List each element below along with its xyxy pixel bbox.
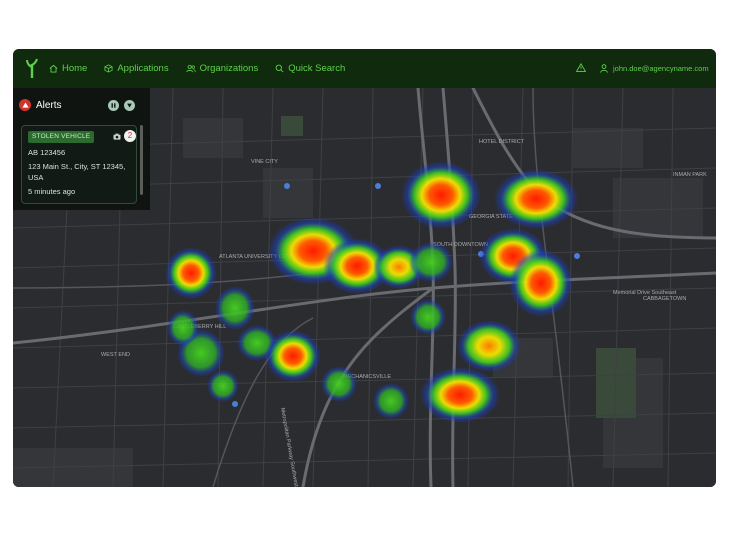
alert-type-tag: STOLEN VEHICLE: [28, 131, 95, 143]
top-navigation-bar: Home Applications Organizations Quick Se…: [13, 49, 716, 88]
alerts-panel: Alerts STOLEN VEHICLE 2 AB 123456 123 Ma…: [13, 88, 150, 210]
main-nav: Home Applications Organizations Quick Se…: [49, 49, 362, 88]
camera-icon[interactable]: [113, 133, 121, 140]
map-label-cabbagetown: CABBAGETOWN: [643, 296, 686, 302]
nav-applications[interactable]: Applications: [104, 63, 169, 74]
map-label-west-end: WEST END: [101, 352, 130, 358]
user-menu[interactable]: john.doe@agencyname.com: [600, 49, 709, 88]
app-logo-icon[interactable]: [25, 58, 39, 78]
nav-applications-label: Applications: [117, 63, 169, 74]
map-label-inman-park: INMAN PARK: [673, 172, 707, 178]
alert-address-line2: USA: [28, 173, 44, 182]
home-icon: [49, 64, 58, 73]
alerts-title: Alerts: [36, 99, 62, 111]
alert-card[interactable]: STOLEN VEHICLE 2 AB 123456 123 Main St.,…: [21, 125, 137, 204]
poi-marker[interactable]: [284, 183, 290, 189]
warning-icon[interactable]: [576, 63, 586, 72]
pause-button[interactable]: [108, 100, 119, 111]
alert-address-line1: 123 Main St., City, ST 12345,: [28, 162, 126, 171]
alerts-header: Alerts: [19, 99, 62, 111]
nav-quick-search[interactable]: Quick Search: [275, 63, 345, 74]
map-label-vine-city: VINE CITY: [251, 159, 278, 165]
nav-organizations[interactable]: Organizations: [185, 63, 259, 74]
users-icon: [185, 64, 196, 73]
map-label-memorial-drive: Memorial Drive Southeast: [613, 290, 677, 296]
app-window: ATLANTA UNIVERSITY CENTER HOTEL DISTRICT…: [13, 49, 716, 487]
poi-marker[interactable]: [574, 253, 580, 259]
alert-plate: AB 123456: [28, 148, 66, 157]
poi-marker[interactable]: [375, 183, 381, 189]
nav-home[interactable]: Home: [49, 63, 87, 74]
nav-home-label: Home: [62, 63, 88, 74]
alert-triangle-icon: [19, 99, 31, 111]
filter-button[interactable]: [124, 100, 135, 111]
pause-icon: [111, 103, 116, 108]
alert-count-badge[interactable]: 2: [124, 130, 136, 142]
nav-quick-search-label: Quick Search: [288, 63, 346, 74]
map-label-hotel-district: HOTEL DISTRICT: [479, 139, 525, 145]
alert-time: 5 minutes ago: [28, 187, 76, 196]
panel-scrollbar[interactable]: [140, 125, 143, 195]
cube-icon: [104, 64, 113, 73]
search-icon: [275, 64, 284, 73]
user-icon: [600, 64, 608, 73]
user-email: john.doe@agencyname.com: [613, 64, 709, 73]
poi-marker[interactable]: [232, 401, 238, 407]
filter-icon: [127, 103, 132, 108]
nav-organizations-label: Organizations: [199, 63, 259, 74]
